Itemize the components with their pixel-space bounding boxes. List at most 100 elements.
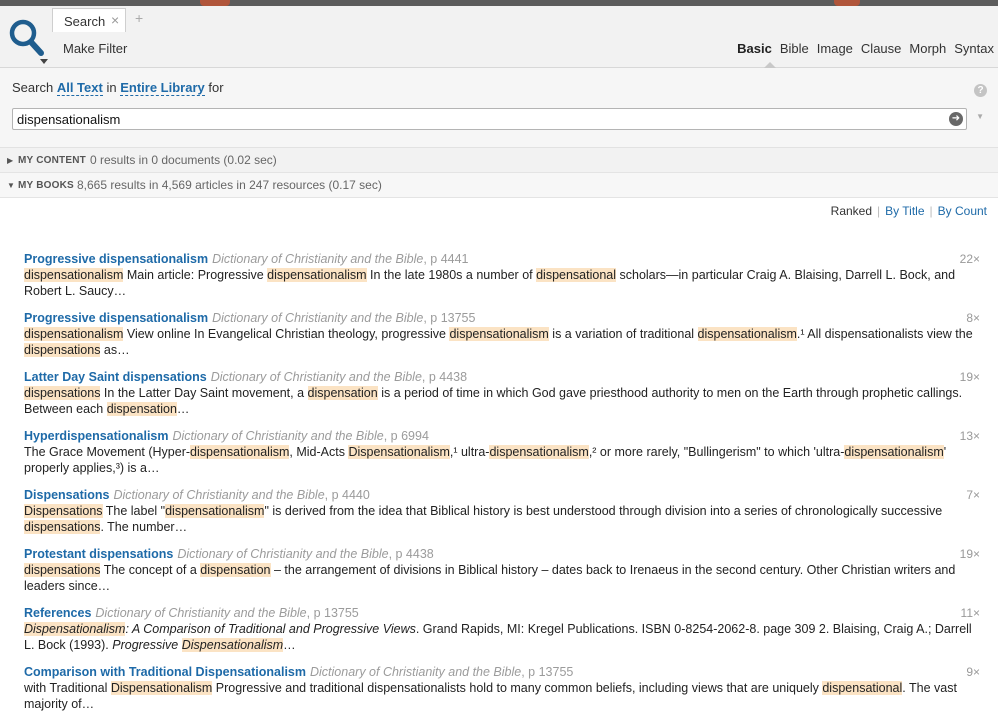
snippet-text: , Mid-Acts xyxy=(289,445,349,459)
result-title-link[interactable]: Hyperdispensationalism xyxy=(24,429,169,443)
snippet-text: Main article: Progressive xyxy=(123,268,268,282)
hit-count: 8× xyxy=(966,311,980,325)
result-item[interactable]: Protestant dispensations Dictionary of Ch… xyxy=(24,546,984,605)
result-snippet: dispensations The concept of a dispensat… xyxy=(24,562,979,594)
snippet-text: ,¹ ultra- xyxy=(449,445,490,459)
result-header: Protestant dispensations Dictionary of Ch… xyxy=(24,546,984,562)
result-title-link[interactable]: References xyxy=(24,606,91,620)
go-arrow-icon[interactable]: ➜ xyxy=(949,112,963,126)
close-icon[interactable]: × xyxy=(111,13,119,27)
collection-dropdown[interactable]: Entire Library xyxy=(120,80,205,96)
divider: | xyxy=(877,204,881,218)
result-header: Comparison with Traditional Dispensation… xyxy=(24,664,984,680)
mode-clause[interactable]: Clause xyxy=(861,41,901,56)
mode-syntax[interactable]: Syntax xyxy=(954,41,994,56)
result-page: , p 6994 xyxy=(383,429,429,443)
snippet-text: : A Comparison of Traditional and Progre… xyxy=(125,622,416,636)
result-title-link[interactable]: Protestant dispensations xyxy=(24,547,173,561)
result-source[interactable]: Dictionary of Christianity and the Bible xyxy=(212,252,423,266)
mode-basic[interactable]: Basic xyxy=(737,41,772,56)
section-title: MY CONTENT xyxy=(18,155,86,166)
snippet-text: In the Latter Day Saint movement, a xyxy=(100,386,308,400)
chevron-down-icon[interactable]: ▼ xyxy=(976,112,984,121)
search-input[interactable]: dispensationalism ➜ xyxy=(12,108,967,130)
help-icon[interactable]: ? xyxy=(974,84,987,97)
snippet-text: The concept of a xyxy=(100,563,201,577)
tab-search[interactable]: Search × xyxy=(52,8,126,32)
search-hit-highlight: dispensations xyxy=(24,563,101,577)
result-title-link[interactable]: Progressive dispensationalism xyxy=(24,252,208,266)
result-item[interactable]: References Dictionary of Christianity and… xyxy=(24,605,984,664)
result-source[interactable]: Dictionary of Christianity and the Bible xyxy=(173,429,384,443)
scope-dropdown[interactable]: All Text xyxy=(56,80,103,96)
search-scope-line: Search All Text in Entire Library for xyxy=(12,80,224,96)
mode-morph[interactable]: Morph xyxy=(909,41,946,56)
search-hit-highlight: dispensationalism xyxy=(844,445,944,459)
result-header: References Dictionary of Christianity and… xyxy=(24,605,984,621)
snippet-text: .¹ All dispensationalists view the xyxy=(796,327,973,341)
result-source[interactable]: Dictionary of Christianity and the Bible xyxy=(310,665,521,679)
result-snippet: with Traditional Dispensationalism Progr… xyxy=(24,680,979,712)
section-my-books[interactable]: ▼ MY BOOKS 8,665 results in 4,569 articl… xyxy=(0,173,998,198)
search-hit-highlight: dispensation xyxy=(200,563,271,577)
sort-ranked[interactable]: Ranked xyxy=(831,204,872,218)
result-item[interactable]: Progressive dispensationalism Dictionary … xyxy=(24,310,984,369)
add-tab-icon[interactable]: + xyxy=(135,11,143,25)
result-snippet: dispensations In the Latter Day Saint mo… xyxy=(24,385,979,417)
result-item[interactable]: Dispensations Dictionary of Christianity … xyxy=(24,487,984,546)
section-info: 0 results in 0 documents (0.02 sec) xyxy=(90,153,277,167)
collapse-triangle-icon[interactable]: ▶ xyxy=(7,156,13,165)
result-title-link[interactable]: Latter Day Saint dispensations xyxy=(24,370,207,384)
snippet-text: is a variation of traditional xyxy=(548,327,698,341)
result-source[interactable]: Dictionary of Christianity and the Bible xyxy=(212,311,423,325)
make-filter-button[interactable]: Make Filter xyxy=(63,41,127,56)
section-info: 8,665 results in 4,569 articles in 247 r… xyxy=(77,178,382,192)
result-title-link[interactable]: Dispensations xyxy=(24,488,109,502)
search-hit-highlight: dispensationalism xyxy=(190,445,290,459)
results-list: Progressive dispensationalism Dictionary … xyxy=(24,251,984,723)
result-item[interactable]: Latter Day Saint dispensations Dictionary… xyxy=(24,369,984,428)
result-item[interactable]: Comparison with Traditional Dispensation… xyxy=(24,664,984,723)
expand-triangle-icon[interactable]: ▼ xyxy=(7,181,15,190)
result-source[interactable]: Dictionary of Christianity and the Bible xyxy=(177,547,388,561)
result-title-link[interactable]: Comparison with Traditional Dispensation… xyxy=(24,665,306,679)
search-hit-highlight: dispensationalism xyxy=(267,268,367,282)
result-source[interactable]: Dictionary of Christianity and the Bible xyxy=(211,370,422,384)
sort-by-count[interactable]: By Count xyxy=(938,204,987,218)
sort-by-title[interactable]: By Title xyxy=(885,204,924,218)
section-my-content[interactable]: ▶ MY CONTENT 0 results in 0 documents (0… xyxy=(0,148,998,173)
result-source[interactable]: Dictionary of Christianity and the Bible xyxy=(113,488,324,502)
snippet-text: View online In Evangelical Christian the… xyxy=(123,327,450,341)
result-header: Progressive dispensationalism Dictionary … xyxy=(24,251,984,267)
result-item[interactable]: Progressive dispensationalism Dictionary … xyxy=(24,251,984,310)
section-title: MY BOOKS xyxy=(18,180,74,191)
hit-count: 7× xyxy=(966,488,980,502)
snippet-text: " is derived from the idea that Biblical… xyxy=(264,504,943,518)
snippet-text: as… xyxy=(100,343,130,357)
search-icon[interactable] xyxy=(6,16,48,66)
search-hit-highlight: dispensationalism xyxy=(165,504,265,518)
divider: | xyxy=(929,204,933,218)
result-page: , p 13755 xyxy=(423,311,476,325)
search-hit-highlight: dispensation xyxy=(307,386,378,400)
result-page: , p 13755 xyxy=(306,606,359,620)
result-title-link[interactable]: Progressive dispensationalism xyxy=(24,311,208,325)
result-page: , p 4441 xyxy=(423,252,469,266)
result-header: Latter Day Saint dispensations Dictionary… xyxy=(24,369,984,385)
snippet-text: … xyxy=(176,402,190,416)
snippet-text: … xyxy=(283,638,296,652)
snippet-text: with Traditional xyxy=(24,681,111,695)
result-source[interactable]: Dictionary of Christianity and the Bible xyxy=(95,606,306,620)
snippet-text: Progressive and traditional dispensation… xyxy=(212,681,823,695)
mode-bible[interactable]: Bible xyxy=(780,41,809,56)
search-hit-highlight: dispensations xyxy=(24,386,101,400)
result-item[interactable]: Hyperdispensationalism Dictionary of Chri… xyxy=(24,428,984,487)
result-page: , p 13755 xyxy=(521,665,574,679)
mode-image[interactable]: Image xyxy=(817,41,853,56)
search-hit-highlight: dispensation xyxy=(106,402,177,416)
snippet-text: In the late 1980s a number of xyxy=(366,268,537,282)
result-header: Dispensations Dictionary of Christianity … xyxy=(24,487,984,503)
tab-label: Search xyxy=(64,14,106,29)
result-snippet: dispensationalism Main article: Progress… xyxy=(24,267,979,299)
result-snippet: Dispensations The label "dispensationali… xyxy=(24,503,979,535)
